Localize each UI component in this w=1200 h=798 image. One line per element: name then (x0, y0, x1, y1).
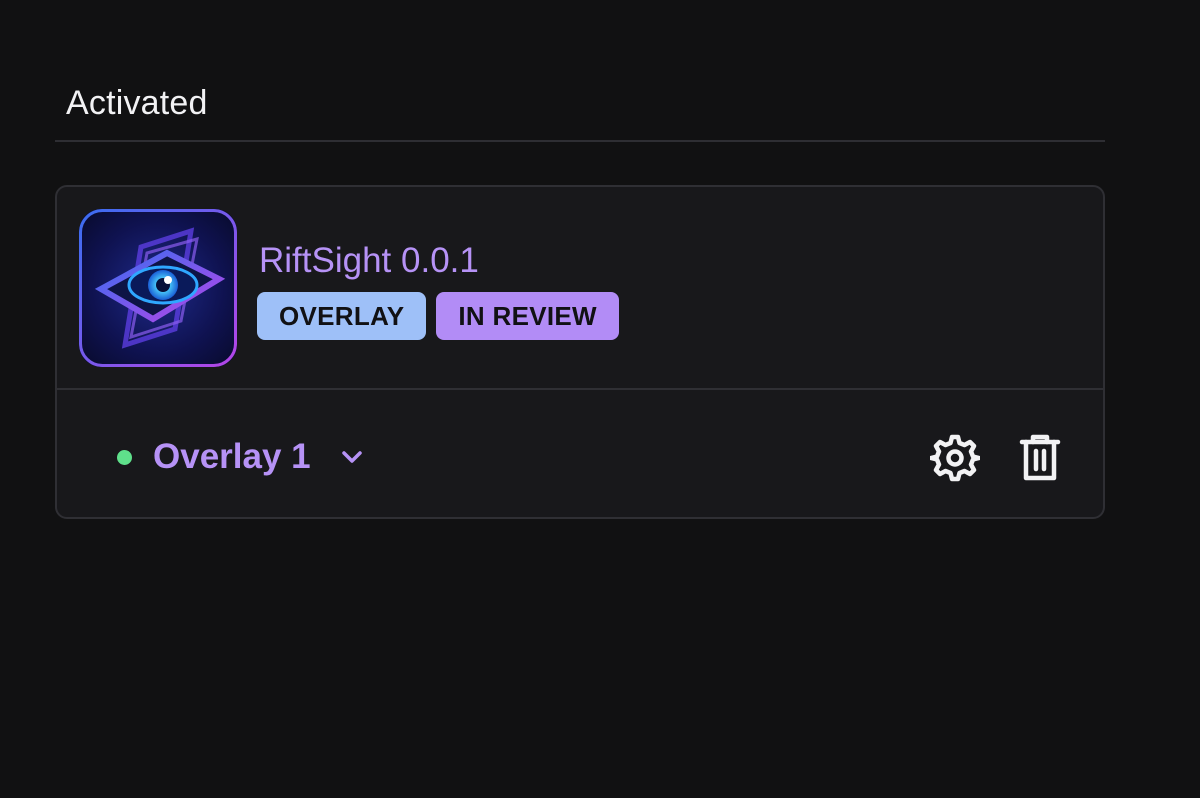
section-title: Activated (66, 84, 208, 122)
gear-icon (930, 434, 980, 482)
overlay-selected-label: Overlay 1 (153, 437, 311, 476)
extension-card: RiftSight 0.0.1 OVERLAY IN REVIEW Overla… (55, 185, 1105, 519)
section-divider (55, 140, 1105, 142)
status-dot (117, 450, 132, 465)
eye-logo-icon (79, 209, 237, 367)
status-badge: IN REVIEW (436, 292, 619, 340)
app-name: RiftSight 0.0.1 (259, 241, 479, 280)
activated-section: Activated (55, 78, 1105, 142)
overlay-selector[interactable]: Overlay 1 (153, 432, 365, 482)
type-badge: OVERLAY (257, 292, 427, 340)
badge-list: OVERLAY IN REVIEW (257, 292, 619, 340)
chevron-down-icon (341, 451, 362, 463)
trash-icon (1019, 434, 1061, 481)
settings-button[interactable] (927, 430, 983, 486)
delete-button[interactable] (1012, 430, 1068, 486)
card-header: RiftSight 0.0.1 OVERLAY IN REVIEW (57, 187, 1103, 390)
card-footer: Overlay 1 (57, 390, 1103, 517)
